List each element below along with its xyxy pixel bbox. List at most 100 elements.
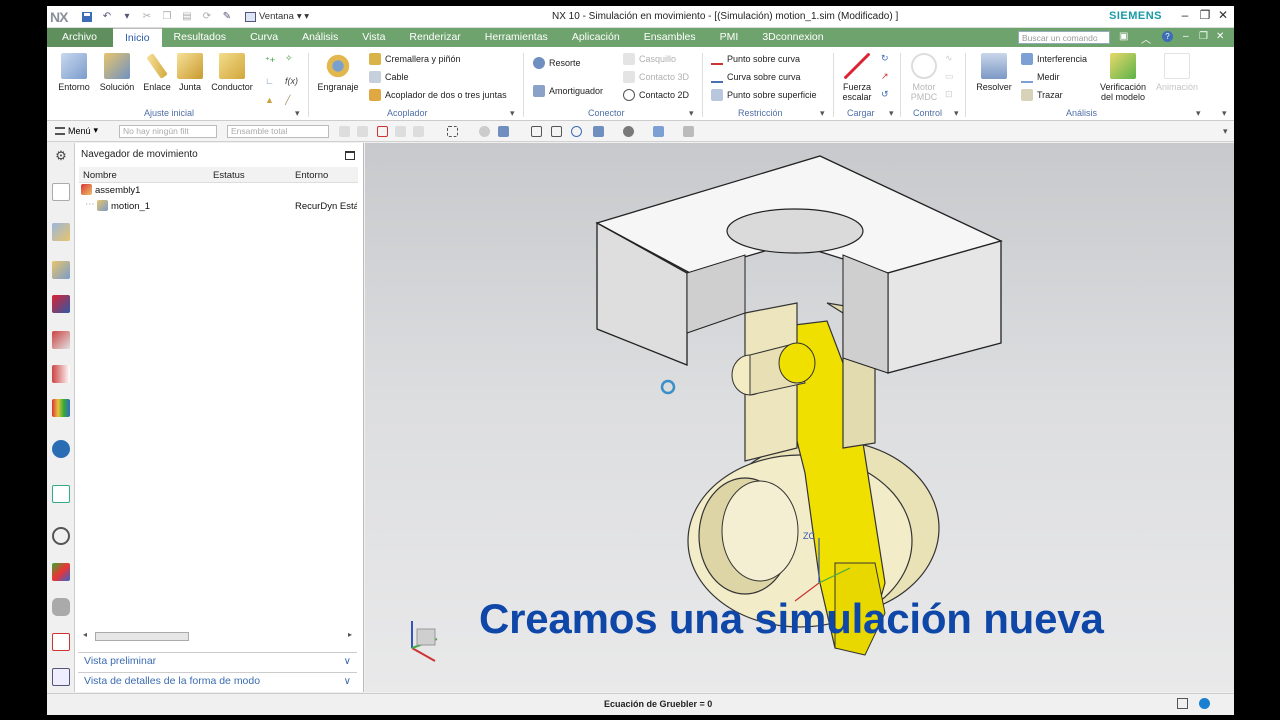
menu-button[interactable]: Menú ▾ — [55, 125, 98, 136]
tab-resultados[interactable]: Resultados — [162, 28, 239, 47]
group-menu-icon[interactable]: ▾ — [889, 108, 894, 119]
history-icon[interactable] — [52, 440, 70, 458]
web-browser-icon[interactable] — [52, 399, 70, 417]
selection-scope-select[interactable]: Ensamble total — [227, 125, 329, 138]
curva-curva-button[interactable]: Curva sobre curva — [711, 71, 801, 83]
fuerza-escalar-button[interactable]: Fuerza escalar — [839, 53, 875, 102]
hd3d-tools-icon[interactable] — [52, 365, 70, 383]
resorte-button[interactable]: Resorte — [533, 57, 581, 69]
restore-icon[interactable]: ❐ — [1197, 8, 1213, 22]
punto-curva-button[interactable]: Punto sobre curva — [711, 53, 800, 65]
graphics-window[interactable]: ZC Creamos una simulación nueva — [365, 143, 1234, 692]
column-header-entorno[interactable]: Entorno — [295, 170, 328, 181]
rotate-icon[interactable] — [413, 126, 424, 137]
motor-pmdc-button[interactable]: Motor PMDC — [905, 53, 943, 102]
sphere-icon[interactable] — [479, 126, 490, 137]
signal-icon[interactable]: ∿ — [945, 53, 953, 64]
doc-close-icon[interactable]: ✕ — [1216, 31, 1224, 42]
select-objects-icon[interactable] — [377, 126, 388, 137]
doc-minimize-icon[interactable]: – — [1183, 31, 1189, 42]
vista-preliminar-panel[interactable]: Vista preliminar ∨ — [78, 652, 357, 670]
view-cube-icon[interactable] — [653, 126, 664, 137]
undo-icon[interactable]: ↶ — [100, 10, 114, 24]
system-materials-icon[interactable] — [52, 485, 70, 503]
touch-mode-icon[interactable]: ✎ — [220, 10, 234, 24]
zoom-icon[interactable] — [551, 126, 562, 137]
junta-button[interactable]: Junta — [175, 53, 205, 92]
save-icon[interactable] — [80, 10, 94, 24]
solucion-button[interactable]: Solución — [97, 53, 137, 92]
orient-view-icon[interactable] — [593, 126, 604, 137]
snap-point-icon[interactable] — [357, 126, 368, 137]
medir-button[interactable]: Medir — [1021, 71, 1060, 83]
marker-icon[interactable]: ⁺+ — [265, 55, 275, 66]
render-style-icon[interactable] — [623, 126, 634, 137]
tab-herramientas[interactable]: Herramientas — [473, 28, 560, 47]
resolver-button[interactable]: Resolver — [973, 53, 1015, 92]
tree-row-assembly[interactable]: assembly1 — [79, 183, 358, 199]
contacto2d-button[interactable]: Contacto 2D — [623, 89, 689, 101]
doc-restore-icon[interactable]: ❐ — [1199, 31, 1208, 42]
copy-icon[interactable]: ❐ — [160, 10, 174, 24]
interferencia-button[interactable]: Interferencia — [1021, 53, 1087, 65]
help-icon[interactable]: ? — [1162, 31, 1173, 42]
selection-filter-select[interactable]: No hay ningún filt — [119, 125, 217, 138]
mode-shape-details-panel[interactable]: Vista de detalles de la forma de modo ∨ — [78, 672, 357, 690]
group-menu-icon[interactable]: ▾ — [295, 108, 300, 119]
group-menu-icon[interactable]: ▾ — [689, 108, 694, 119]
repeat-command-icon[interactable]: ⟳ — [200, 10, 214, 24]
tab-inicio[interactable]: Inicio — [113, 28, 162, 47]
part-navigator-icon[interactable] — [52, 295, 70, 313]
group-menu-icon[interactable]: ▾ — [820, 108, 825, 119]
tab-renderizar[interactable]: Renderizar — [397, 28, 472, 47]
paste-icon[interactable]: ▤ — [180, 10, 194, 24]
group-menu-icon[interactable]: ▾ — [1196, 108, 1201, 119]
rectangle-select-icon[interactable] — [447, 126, 458, 137]
reuse-library-icon[interactable] — [52, 331, 70, 349]
pencil-icon[interactable]: ╱ — [285, 95, 290, 106]
tab-3dconnexion[interactable]: 3Dconnexion — [750, 28, 835, 47]
tab-ensambles[interactable]: Ensambles — [632, 28, 708, 47]
horizontal-scrollbar[interactable]: ◂ ▸ — [83, 630, 352, 642]
tree-row-motion[interactable]: ⋯ motion_1 RecurDyn Estático — [79, 199, 358, 215]
torque-icon[interactable]: ↻ — [881, 53, 889, 64]
animacion-button[interactable]: Animación — [1152, 53, 1202, 92]
tab-aplicacion[interactable]: Aplicación — [560, 28, 632, 47]
tab-pmi[interactable]: PMI — [708, 28, 751, 47]
contacto3d-button[interactable]: Contacto 3D — [623, 71, 689, 83]
move-icon[interactable] — [395, 126, 406, 137]
shaded-icon[interactable] — [498, 126, 509, 137]
full-screen-icon[interactable] — [1177, 698, 1188, 709]
section-icon[interactable] — [683, 126, 694, 137]
window-menu[interactable]: Ventana ▾ ▾ — [245, 11, 309, 22]
process-studio-icon[interactable] — [52, 563, 70, 581]
vector-force-icon[interactable]: ↗ — [881, 71, 889, 82]
amortiguador-button[interactable]: Amortiguador — [533, 85, 603, 97]
vector-torque-icon[interactable]: ↺ — [881, 89, 889, 100]
conductor-button[interactable]: Conductor — [207, 53, 257, 92]
roles-icon[interactable] — [52, 598, 70, 616]
snap-icon[interactable] — [339, 126, 350, 137]
assembly-navigator-icon[interactable] — [52, 223, 70, 241]
minimize-icon[interactable]: – — [1177, 8, 1193, 22]
toolbar-options-icon[interactable]: ▾ — [1223, 126, 1228, 137]
group-menu-icon[interactable]: ▾ — [954, 108, 959, 119]
engranaje-button[interactable]: Engranaje — [314, 53, 362, 92]
system-scenes-icon[interactable] — [52, 633, 70, 651]
clock-icon[interactable] — [52, 527, 70, 545]
ribbon-options-icon[interactable]: ▾ — [1222, 108, 1227, 119]
search-icon[interactable]: ⌕ — [1096, 31, 1102, 42]
enlace-button[interactable]: Enlace — [141, 53, 173, 92]
acoplador-juntas-button[interactable]: Acoplador de dos o tres juntas — [369, 89, 507, 101]
constraint-navigator-icon[interactable] — [52, 261, 70, 279]
scroll-right-icon[interactable]: ▸ — [348, 630, 352, 639]
column-header-estatus[interactable]: Estatus — [213, 170, 245, 181]
punto-superficie-button[interactable]: Punto sobre superficie — [711, 89, 817, 101]
close-icon[interactable]: ✕ — [1215, 8, 1231, 22]
column-header-nombre[interactable]: Nombre — [83, 170, 117, 181]
trazar-button[interactable]: Trazar — [1021, 89, 1063, 101]
tab-analisis[interactable]: Análisis — [290, 28, 350, 47]
verificacion-button[interactable]: Verificación del modelo — [1096, 53, 1150, 102]
cable-button[interactable]: Cable — [369, 71, 409, 83]
scroll-thumb[interactable] — [95, 632, 189, 641]
